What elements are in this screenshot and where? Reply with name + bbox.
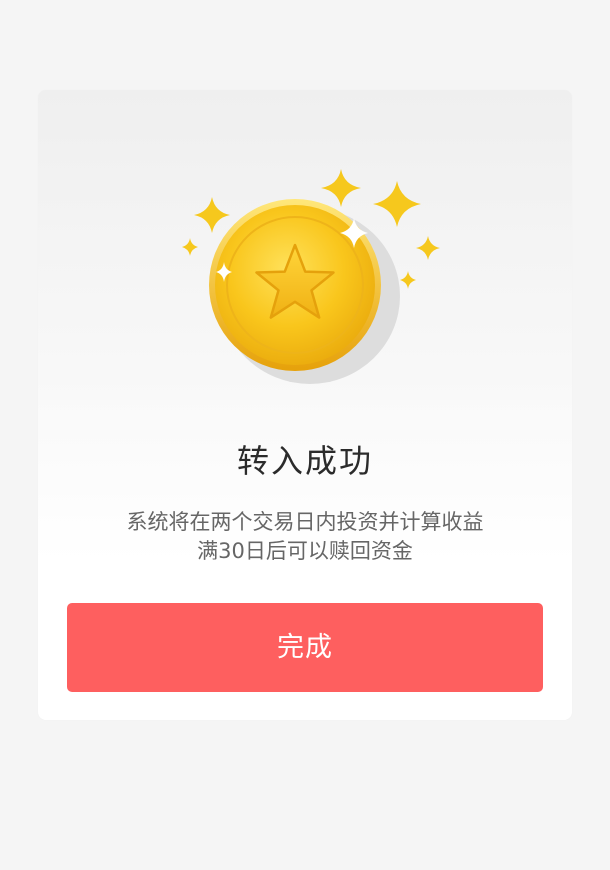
coin-illustration xyxy=(182,169,440,384)
result-description: 系统将在两个交易日内投资并计算收益 满30日后可以赎回资金 xyxy=(0,508,610,566)
done-button[interactable]: 完成 xyxy=(67,603,543,692)
page-title: 转入成功 xyxy=(236,442,373,480)
description-line-1: 系统将在两个交易日内投资并计算收益 xyxy=(126,510,484,534)
description-line-2: 满30日后可以赎回资金 xyxy=(197,539,413,563)
